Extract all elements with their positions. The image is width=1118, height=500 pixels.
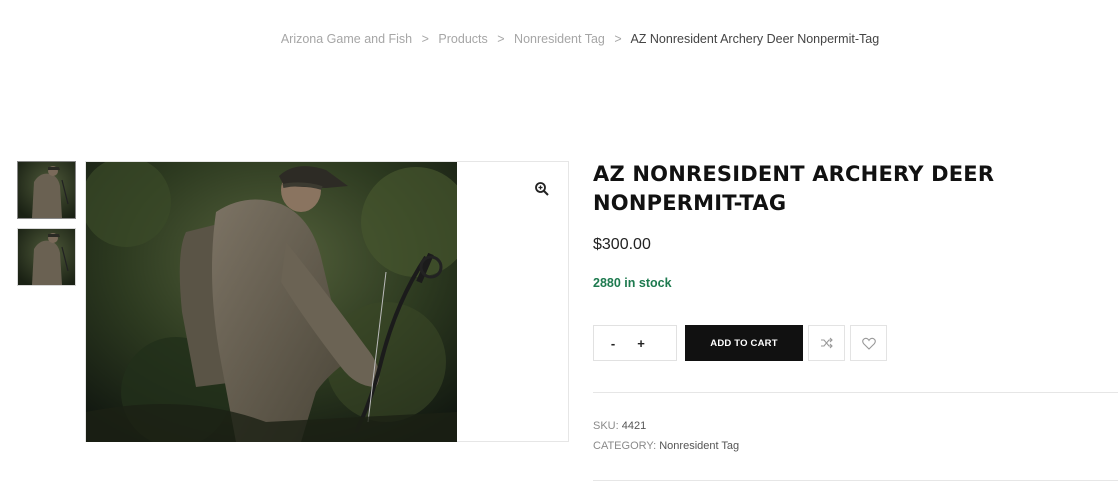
compare-button[interactable]: [808, 325, 845, 361]
product-thumbnail[interactable]: [17, 228, 76, 286]
stock-status: 2880 in stock: [593, 276, 672, 290]
sku-row: SKU: 4421: [593, 420, 646, 432]
breadcrumb-link-home[interactable]: Arizona Game and Fish: [281, 32, 412, 46]
hunter-with-bow-photo: [86, 162, 457, 442]
product-thumbnail[interactable]: [17, 161, 76, 219]
category-row: CATEGORY: Nonresident Tag: [593, 440, 739, 452]
breadcrumb-separator: >: [614, 32, 622, 46]
divider: [593, 392, 1118, 393]
product-summary: AZ NONRESIDENT ARCHERY DEER NONPERMIT-TA…: [593, 160, 1118, 481]
zoom-in-icon[interactable]: [534, 181, 550, 197]
breadcrumb-link-products[interactable]: Products: [438, 32, 487, 46]
add-to-cart-form: - + ADD TO CART: [593, 325, 887, 361]
product-title: AZ NONRESIDENT ARCHERY DEER NONPERMIT-TA…: [593, 162, 995, 215]
add-to-cart-button[interactable]: ADD TO CART: [685, 325, 803, 361]
sku-value: 4421: [621, 420, 647, 432]
breadcrumb: Arizona Game and Fish > Products > Nonre…: [0, 32, 1118, 46]
breadcrumb-separator: >: [497, 32, 505, 46]
quantity-increase-button[interactable]: +: [634, 336, 648, 351]
sku-label: SKU:: [593, 420, 619, 432]
breadcrumb-separator: >: [421, 32, 429, 46]
breadcrumb-link-category[interactable]: Nonresident Tag: [514, 32, 605, 46]
heart-icon: [861, 337, 876, 350]
hunter-thumbnail-image: [18, 229, 75, 285]
category-link[interactable]: Nonresident Tag: [659, 440, 739, 452]
thumbnail-gallery: [17, 161, 77, 295]
divider: [593, 480, 1118, 481]
category-label: CATEGORY:: [593, 440, 657, 452]
shuffle-icon: [821, 337, 833, 349]
quantity-decrease-button[interactable]: -: [606, 336, 620, 351]
product-main-image[interactable]: [86, 162, 457, 442]
hunter-thumbnail-image: [18, 162, 75, 218]
wishlist-button[interactable]: [850, 325, 887, 361]
product-price: $300.00: [593, 236, 651, 253]
product-image-container: [85, 161, 569, 442]
breadcrumb-current: AZ Nonresident Archery Deer Nonpermit-Ta…: [630, 32, 880, 46]
quantity-stepper: - +: [593, 325, 677, 361]
